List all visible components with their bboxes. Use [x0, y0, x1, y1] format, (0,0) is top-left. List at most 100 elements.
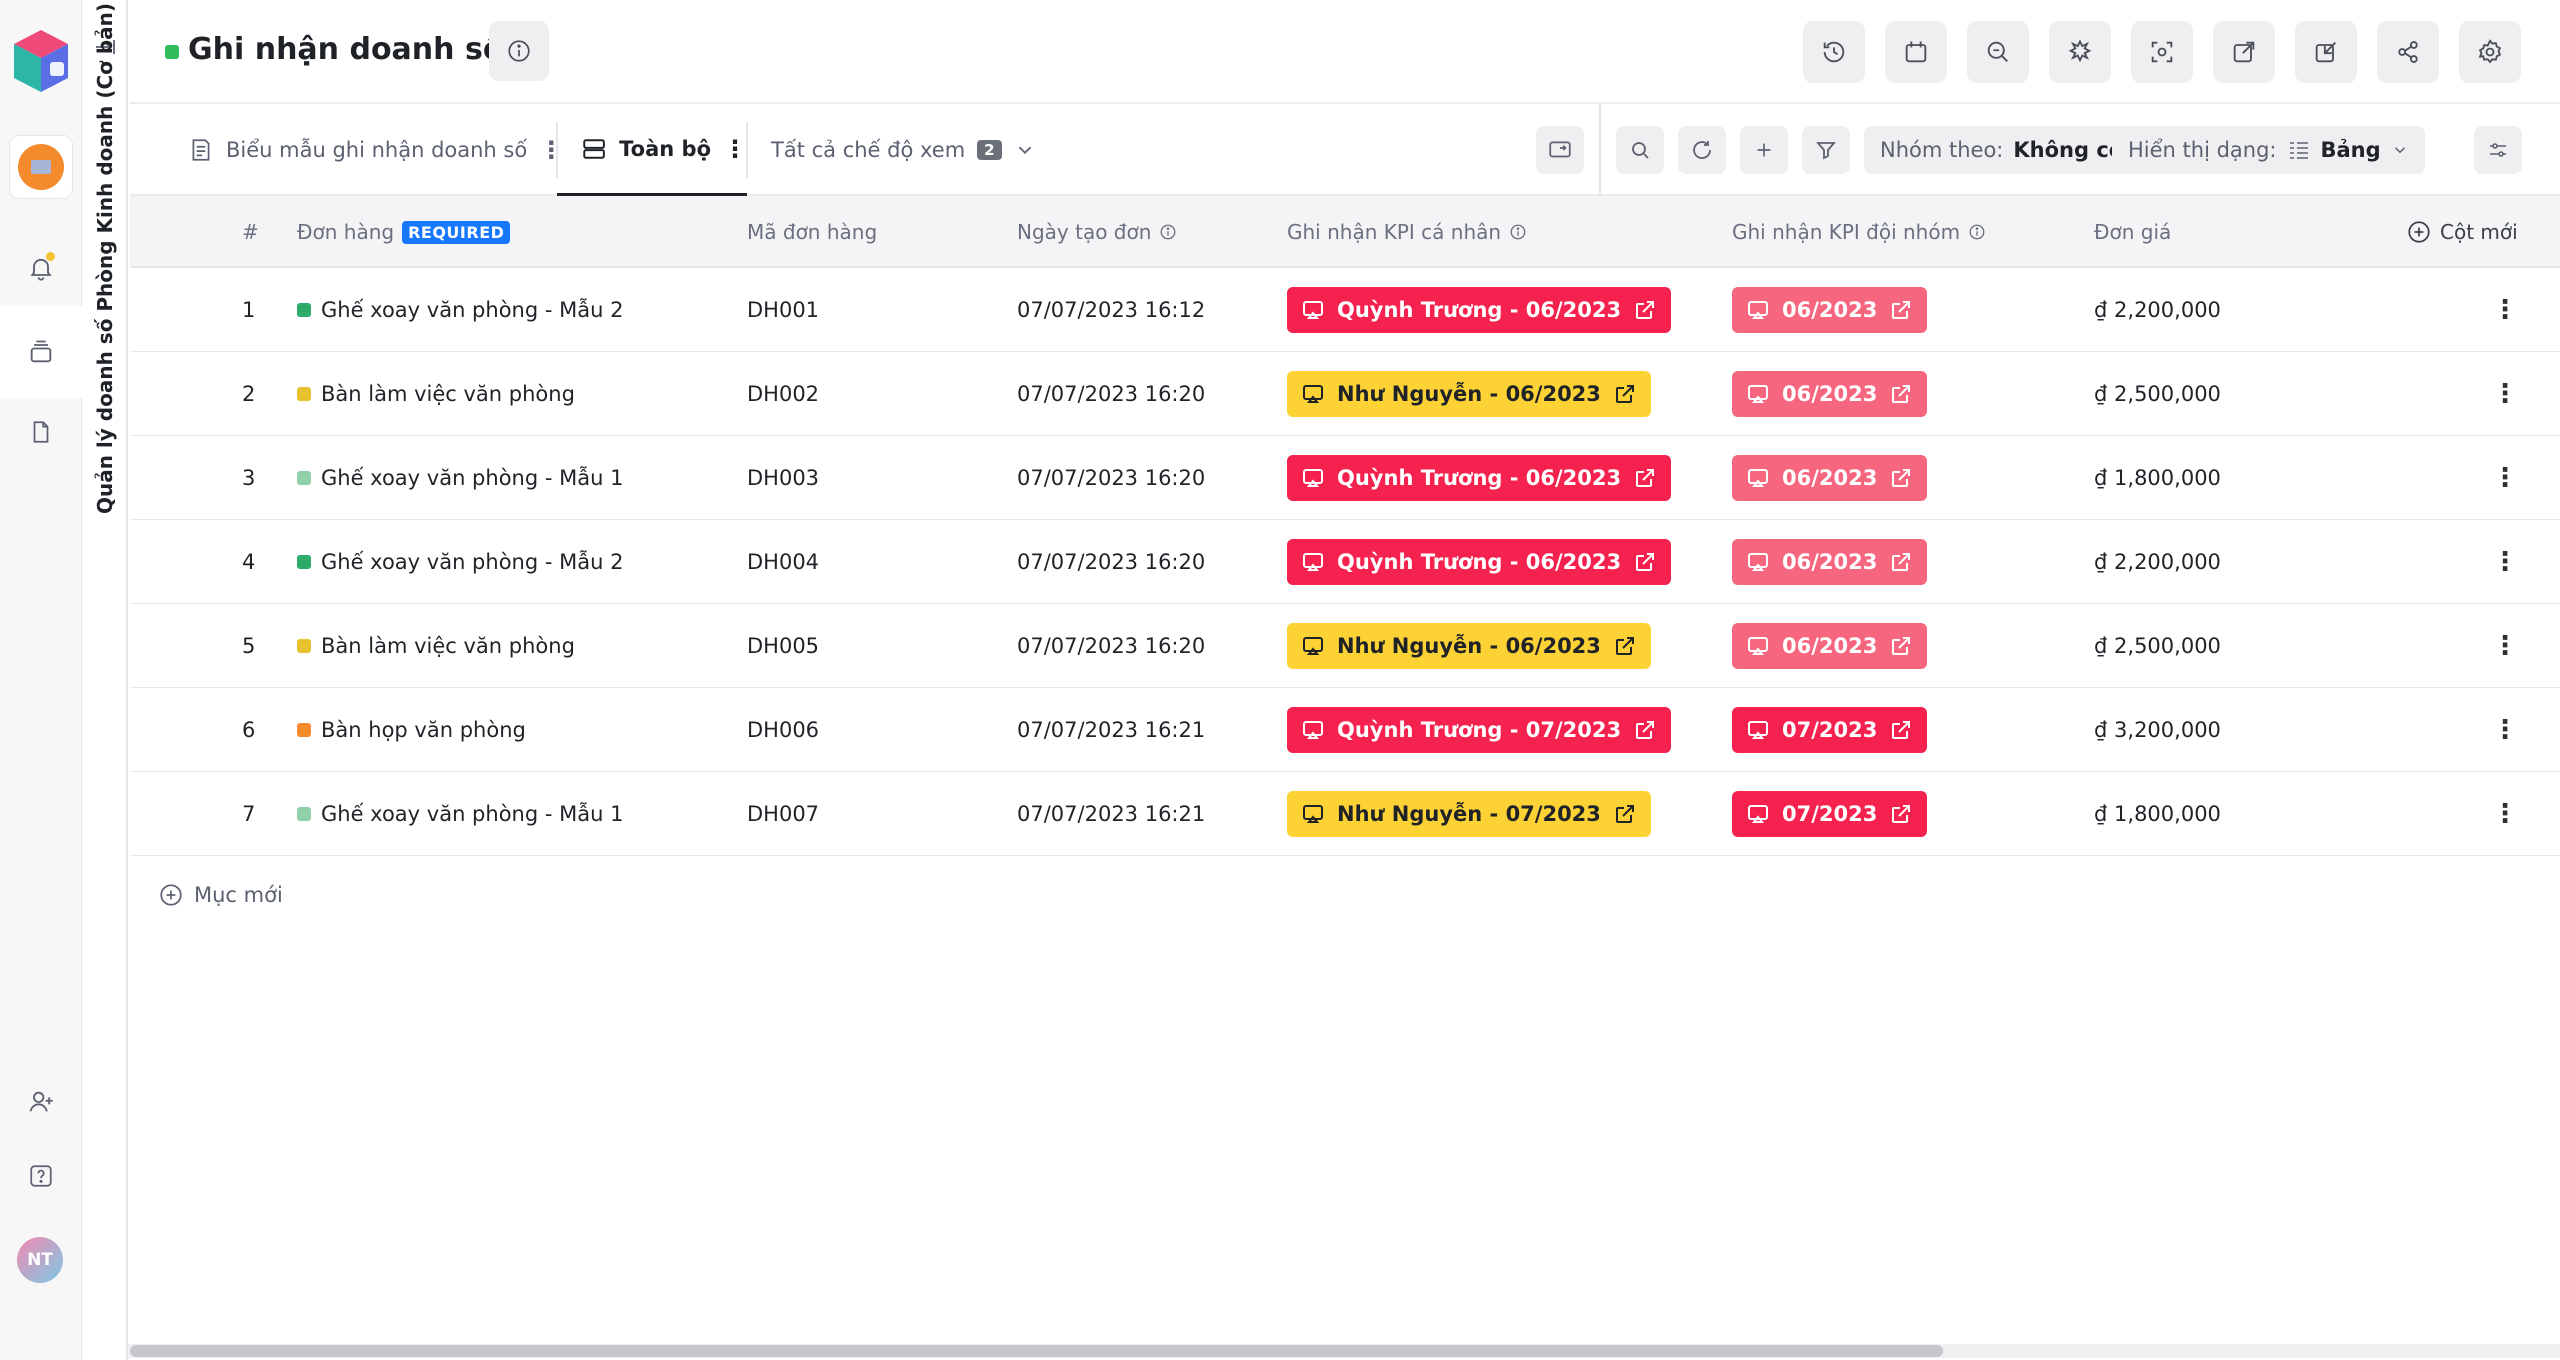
kpi-team-tag[interactable]: 06/2023	[1732, 623, 1928, 669]
kpi-personal-tag[interactable]: Quỳnh Trương - 06/2023	[1287, 287, 1672, 333]
filter-button[interactable]	[1802, 126, 1850, 174]
notifications-button[interactable]	[21, 248, 61, 288]
order-cell[interactable]: Bàn họp văn phòng	[297, 688, 526, 772]
row-menu-button[interactable]: ⋮	[2490, 547, 2520, 577]
calendar-button[interactable]	[1885, 21, 1947, 83]
automation-button[interactable]	[2049, 21, 2111, 83]
kpi-personal-tag[interactable]: Như Nguyễn - 06/2023	[1287, 371, 1651, 417]
kpi-personal-cell[interactable]: Như Nguyễn - 06/2023	[1287, 352, 1651, 436]
kpi-personal-tag[interactable]: Quỳnh Trương - 07/2023	[1287, 707, 1672, 753]
kpi-team-cell[interactable]: 06/2023	[1732, 436, 1928, 520]
zoom-button[interactable]	[1967, 21, 2029, 83]
table-row[interactable]: 5 Bàn làm việc văn phòng DH005 07/07/2023 1…	[130, 604, 2560, 688]
display-as-dropdown[interactable]: Hiển thị dạng: Bảng	[2112, 126, 2425, 174]
row-menu-button[interactable]: ⋮	[2490, 715, 2520, 745]
table-row[interactable]: 6 Bàn họp văn phòng DH006 07/07/2023 16:21 Q…	[130, 688, 2560, 772]
price[interactable]: ₫ 2,200,000	[2094, 268, 2221, 352]
column-price[interactable]: Đơn giá	[2094, 196, 2171, 268]
external-link-icon[interactable]	[1889, 466, 1913, 490]
external-link-icon[interactable]	[1633, 298, 1657, 322]
order-code[interactable]: DH005	[747, 604, 819, 688]
column-created[interactable]: Ngày tạo đơn	[1017, 196, 1177, 268]
tab-form[interactable]: Biểu mẫu ghi nhận doanh số ⋮	[188, 104, 563, 196]
table-row[interactable]: 7 Ghế xoay văn phòng - Mẫu 1 DH007 07/07/20…	[130, 772, 2560, 856]
external-link-icon[interactable]	[1889, 298, 1913, 322]
table-row[interactable]: 4 Ghế xoay văn phòng - Mẫu 2 DH004 07/07/20…	[130, 520, 2560, 604]
kpi-team-tag[interactable]: 06/2023	[1732, 287, 1928, 333]
external-link-icon[interactable]	[1889, 382, 1913, 406]
kpi-team-tag[interactable]: 07/2023	[1732, 707, 1928, 753]
external-link-icon[interactable]	[1613, 634, 1637, 658]
kpi-personal-tag[interactable]: Quỳnh Trương - 06/2023	[1287, 455, 1672, 501]
price[interactable]: ₫ 3,200,000	[2094, 688, 2221, 772]
kpi-personal-tag[interactable]: Quỳnh Trương - 06/2023	[1287, 539, 1672, 585]
row-menu-button[interactable]: ⋮	[2490, 631, 2520, 661]
help-button[interactable]	[21, 1156, 61, 1196]
table-row[interactable]: 2 Bàn làm việc văn phòng DH002 07/07/2023 1…	[130, 352, 2560, 436]
order-code[interactable]: DH006	[747, 688, 819, 772]
external-link-icon[interactable]	[1633, 550, 1657, 574]
order-code[interactable]: DH002	[747, 352, 819, 436]
external-link-icon[interactable]	[1889, 802, 1913, 826]
external-link-icon[interactable]	[1633, 466, 1657, 490]
order-code[interactable]: DH003	[747, 436, 819, 520]
info-button[interactable]	[489, 21, 549, 81]
sidebar-item-documents[interactable]	[21, 412, 61, 452]
price[interactable]: ₫ 2,500,000	[2094, 352, 2221, 436]
kpi-personal-cell[interactable]: Quỳnh Trương - 07/2023	[1287, 688, 1672, 772]
settings-button[interactable]	[2459, 21, 2521, 83]
external-link-icon[interactable]	[1613, 802, 1637, 826]
kpi-team-tag[interactable]: 06/2023	[1732, 455, 1928, 501]
horizontal-scrollbar-thumb[interactable]	[130, 1345, 1943, 1357]
order-cell[interactable]: Ghế xoay văn phòng - Mẫu 2	[297, 268, 623, 352]
kpi-team-cell[interactable]: 07/2023	[1732, 688, 1928, 772]
kpi-personal-cell[interactable]: Quỳnh Trương - 06/2023	[1287, 520, 1672, 604]
order-code[interactable]: DH001	[747, 268, 819, 352]
order-cell[interactable]: Bàn làm việc văn phòng	[297, 604, 575, 688]
table-row[interactable]: 3 Ghế xoay văn phòng - Mẫu 1 DH003 07/07/20…	[130, 436, 2560, 520]
column-order[interactable]: Đơn hàng REQUIRED	[297, 196, 511, 268]
kpi-team-tag[interactable]: 06/2023	[1732, 539, 1928, 585]
row-menu-button[interactable]: ⋮	[2490, 295, 2520, 325]
external-link-icon[interactable]	[1613, 382, 1637, 406]
order-cell[interactable]: Bàn làm việc văn phòng	[297, 352, 575, 436]
share-button[interactable]	[2377, 21, 2439, 83]
all-views-dropdown[interactable]: Tất cả chế độ xem 2	[771, 104, 1036, 196]
add-button[interactable]	[1740, 126, 1788, 174]
external-link-icon[interactable]	[1889, 634, 1913, 658]
external-link-icon[interactable]	[1889, 718, 1913, 742]
table-row[interactable]: 1 Ghế xoay văn phòng - Mẫu 2 DH001 07/07/20…	[130, 268, 2560, 352]
column-kpi-team[interactable]: Ghi nhận KPI đội nhóm	[1732, 196, 1986, 268]
sidebar-item-apps[interactable]	[0, 306, 82, 398]
order-code[interactable]: DH004	[747, 520, 819, 604]
column-code[interactable]: Mã đơn hàng	[747, 196, 877, 268]
kpi-personal-cell[interactable]: Như Nguyễn - 06/2023	[1287, 604, 1651, 688]
order-cell[interactable]: Ghế xoay văn phòng - Mẫu 2	[297, 520, 623, 604]
kpi-personal-tag[interactable]: Như Nguyễn - 07/2023	[1287, 791, 1651, 837]
kpi-team-tag[interactable]: 07/2023	[1732, 791, 1928, 837]
price[interactable]: ₫ 2,500,000	[2094, 604, 2221, 688]
kpi-personal-tag[interactable]: Như Nguyễn - 06/2023	[1287, 623, 1651, 669]
external-link-icon[interactable]	[1889, 550, 1913, 574]
kpi-personal-cell[interactable]: Quỳnh Trương - 06/2023	[1287, 268, 1672, 352]
embed-button[interactable]	[1536, 126, 1584, 174]
external-link-icon[interactable]	[1633, 718, 1657, 742]
created-date[interactable]: 07/07/2023 16:21	[1017, 772, 1205, 856]
kpi-team-cell[interactable]: 06/2023	[1732, 352, 1928, 436]
price[interactable]: ₫ 1,800,000	[2094, 772, 2221, 856]
row-menu-button[interactable]: ⋮	[2490, 463, 2520, 493]
user-avatar[interactable]: NT	[17, 1237, 63, 1283]
kpi-team-cell[interactable]: 06/2023	[1732, 268, 1928, 352]
app-logo[interactable]	[10, 26, 72, 96]
kpi-team-cell[interactable]: 06/2023	[1732, 604, 1928, 688]
created-date[interactable]: 07/07/2023 16:20	[1017, 520, 1205, 604]
workspace-button[interactable]	[9, 135, 73, 199]
add-user-button[interactable]	[21, 1082, 61, 1122]
search-button[interactable]	[1616, 126, 1664, 174]
created-date[interactable]: 07/07/2023 16:20	[1017, 604, 1205, 688]
created-date[interactable]: 07/07/2023 16:12	[1017, 268, 1205, 352]
new-column-button[interactable]: Cột mới	[2406, 196, 2518, 268]
export-button[interactable]	[2213, 21, 2275, 83]
tab-all-menu[interactable]: ⋮	[723, 137, 747, 161]
history-button[interactable]	[1803, 21, 1865, 83]
